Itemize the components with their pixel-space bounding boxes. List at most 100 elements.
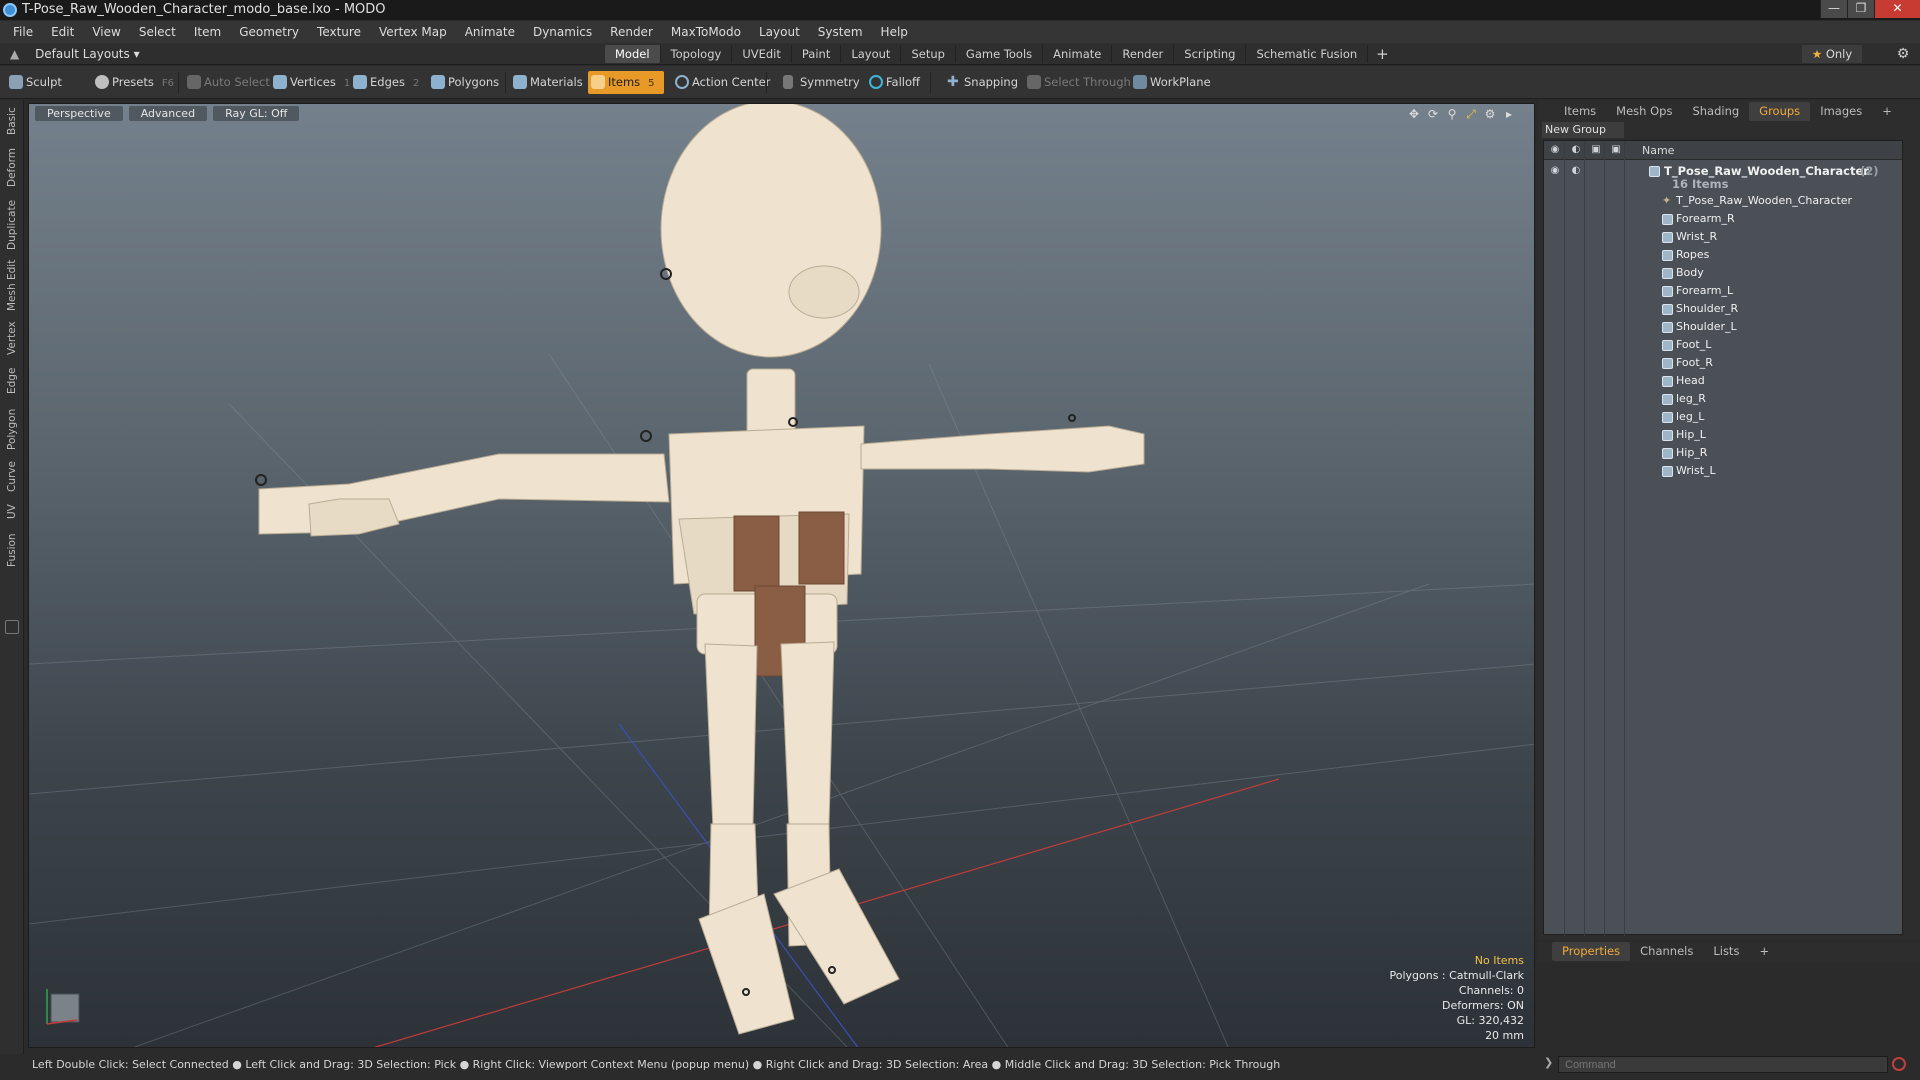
gear-icon[interactable]: ⚙ bbox=[1894, 45, 1912, 63]
list-item[interactable]: Hip_L bbox=[1544, 426, 1902, 444]
menu-view[interactable]: View bbox=[83, 25, 129, 39]
tab-edge[interactable]: Edge bbox=[3, 364, 21, 398]
menu-edit[interactable]: Edit bbox=[42, 25, 83, 39]
list-item[interactable]: Shoulder_R bbox=[1544, 300, 1902, 318]
view-type-button[interactable]: Perspective bbox=[35, 106, 123, 121]
tab-animate[interactable]: Animate bbox=[1043, 45, 1113, 63]
menu-select[interactable]: Select bbox=[130, 25, 185, 39]
menu-layout[interactable]: Layout bbox=[750, 25, 809, 39]
action-center-button[interactable]: Action Center bbox=[672, 71, 770, 94]
tab-uvedit[interactable]: UVEdit bbox=[732, 45, 792, 63]
menu-file[interactable]: File bbox=[4, 25, 42, 39]
tab-uv[interactable]: UV bbox=[3, 500, 21, 524]
list-item[interactable]: Forearm_R bbox=[1544, 210, 1902, 228]
falloff-button[interactable]: Falloff bbox=[866, 71, 920, 94]
add-tab-icon[interactable]: + bbox=[1368, 45, 1397, 63]
list-item[interactable]: Wrist_L bbox=[1544, 462, 1902, 480]
menu-geometry[interactable]: Geometry bbox=[230, 25, 308, 39]
menu-system[interactable]: System bbox=[809, 25, 872, 39]
rotate-icon[interactable]: ⟳ bbox=[1426, 107, 1440, 121]
list-item[interactable]: Body bbox=[1544, 264, 1902, 282]
menu-render[interactable]: Render bbox=[601, 25, 662, 39]
tab-render[interactable]: Render bbox=[1112, 45, 1175, 63]
tab-scripting[interactable]: Scripting bbox=[1174, 45, 1247, 63]
tab-topology[interactable]: Topology bbox=[661, 45, 733, 63]
menu-animate[interactable]: Animate bbox=[456, 25, 524, 39]
3d-viewport[interactable]: Perspective Advanced Ray GL: Off ✥ ⟳ ⚲ ⤢… bbox=[28, 103, 1535, 1048]
tab-shading[interactable]: Shading bbox=[1682, 102, 1749, 121]
list-item[interactable]: Shoulder_L bbox=[1544, 318, 1902, 336]
group-row[interactable]: ◉ ◐ T_Pose_Raw_Wooden_Character (2) 16 I… bbox=[1544, 162, 1902, 191]
list-item[interactable]: leg_R bbox=[1544, 390, 1902, 408]
tab-model[interactable]: Model bbox=[605, 45, 661, 63]
minimize-icon[interactable]: — bbox=[1820, 0, 1847, 18]
only-button[interactable]: ★ Only bbox=[1802, 45, 1862, 63]
menu-item[interactable]: Item bbox=[185, 25, 230, 39]
fit-icon[interactable]: ⤢ bbox=[1464, 107, 1478, 121]
layout-selector[interactable]: ▲ Default Layouts ▾ bbox=[10, 45, 140, 63]
tab-items[interactable]: Items bbox=[1554, 102, 1606, 121]
tab-fusion[interactable]: Fusion bbox=[3, 530, 21, 570]
tab-duplicate[interactable]: Duplicate bbox=[3, 196, 21, 254]
list-item[interactable]: Hip_R bbox=[1544, 444, 1902, 462]
close-icon[interactable]: ✕ bbox=[1874, 0, 1920, 18]
sculpt-button[interactable]: Sculpt bbox=[6, 71, 91, 94]
menu-maxtomodo[interactable]: MaxToModo bbox=[662, 25, 750, 39]
list-item[interactable]: Wrist_R bbox=[1544, 228, 1902, 246]
add-panel-tab-icon[interactable]: + bbox=[1872, 102, 1902, 121]
tab-groups[interactable]: Groups bbox=[1749, 102, 1811, 121]
lock-column-icon[interactable]: ▣ bbox=[1590, 144, 1602, 156]
shading-mode-button[interactable]: Advanced bbox=[128, 106, 208, 121]
visibility-column-icon[interactable]: ◉ bbox=[1549, 144, 1561, 156]
tab-mesh-edit[interactable]: Mesh Edit bbox=[3, 258, 21, 312]
select-column-icon[interactable]: ▣ bbox=[1610, 144, 1622, 156]
command-input[interactable] bbox=[1558, 1056, 1888, 1073]
add-lower-tab-icon[interactable]: + bbox=[1749, 942, 1779, 961]
menu-vertex-map[interactable]: Vertex Map bbox=[370, 25, 456, 39]
tab-deform[interactable]: Deform bbox=[3, 144, 21, 190]
auto-select-button[interactable]: Auto Select bbox=[184, 71, 270, 94]
list-item[interactable]: Foot_L bbox=[1544, 336, 1902, 354]
viewport-settings-icon[interactable]: ⚙ bbox=[1483, 107, 1497, 121]
tab-curve[interactable]: Curve bbox=[3, 458, 21, 496]
tab-paint[interactable]: Paint bbox=[792, 45, 842, 63]
presets-button[interactable]: Presets F6 bbox=[92, 71, 174, 94]
tab-layout[interactable]: Layout bbox=[841, 45, 902, 63]
raygl-button[interactable]: Ray GL: Off bbox=[213, 106, 300, 121]
list-item[interactable]: Ropes bbox=[1544, 246, 1902, 264]
tab-polygon[interactable]: Polygon bbox=[3, 404, 21, 454]
maximize-icon[interactable]: ❐ bbox=[1847, 0, 1874, 18]
select-through-button[interactable]: Select Through bbox=[1024, 71, 1131, 94]
list-item[interactable]: leg_L bbox=[1544, 408, 1902, 426]
group-render-icon[interactable]: ◐ bbox=[1570, 165, 1582, 177]
snapping-button[interactable]: ✚ Snapping bbox=[944, 71, 1018, 94]
collapse-icon[interactable]: ▲ bbox=[10, 47, 19, 61]
tab-vertex[interactable]: Vertex bbox=[3, 318, 21, 358]
tab-lists[interactable]: Lists bbox=[1703, 942, 1749, 961]
tab-mesh-ops[interactable]: Mesh Ops bbox=[1606, 102, 1682, 121]
edges-button[interactable]: Edges 2 bbox=[350, 71, 426, 94]
polygons-button[interactable]: Polygons bbox=[428, 71, 499, 94]
zoom-icon[interactable]: ⚲ bbox=[1445, 107, 1459, 121]
menu-help[interactable]: Help bbox=[872, 25, 917, 39]
items-button[interactable]: Items 5 bbox=[588, 71, 664, 94]
panel-toggle-icon[interactable] bbox=[5, 620, 19, 634]
render-column-icon[interactable]: ◐ bbox=[1570, 144, 1582, 156]
menu-dynamics[interactable]: Dynamics bbox=[524, 25, 601, 39]
tab-properties[interactable]: Properties bbox=[1552, 942, 1631, 961]
name-column-header[interactable]: Name bbox=[1642, 141, 1674, 160]
new-group-button[interactable]: New Group bbox=[1542, 122, 1624, 138]
tab-schematic-fusion[interactable]: Schematic Fusion bbox=[1246, 45, 1369, 63]
list-item[interactable]: Forearm_L bbox=[1544, 282, 1902, 300]
list-item[interactable]: Head bbox=[1544, 372, 1902, 390]
list-item[interactable]: ✦ T_Pose_Raw_Wooden_Character bbox=[1544, 192, 1902, 210]
list-item[interactable]: Foot_R bbox=[1544, 354, 1902, 372]
symmetry-button[interactable]: Symmetry bbox=[780, 71, 860, 94]
tab-basic[interactable]: Basic bbox=[3, 104, 21, 138]
pan-icon[interactable]: ✥ bbox=[1407, 107, 1421, 121]
vertices-button[interactable]: Vertices 1 bbox=[270, 71, 350, 94]
materials-button[interactable]: Materials bbox=[510, 71, 583, 94]
tab-game-tools[interactable]: Game Tools bbox=[956, 45, 1044, 63]
menu-texture[interactable]: Texture bbox=[308, 25, 370, 39]
tab-setup[interactable]: Setup bbox=[901, 45, 956, 63]
